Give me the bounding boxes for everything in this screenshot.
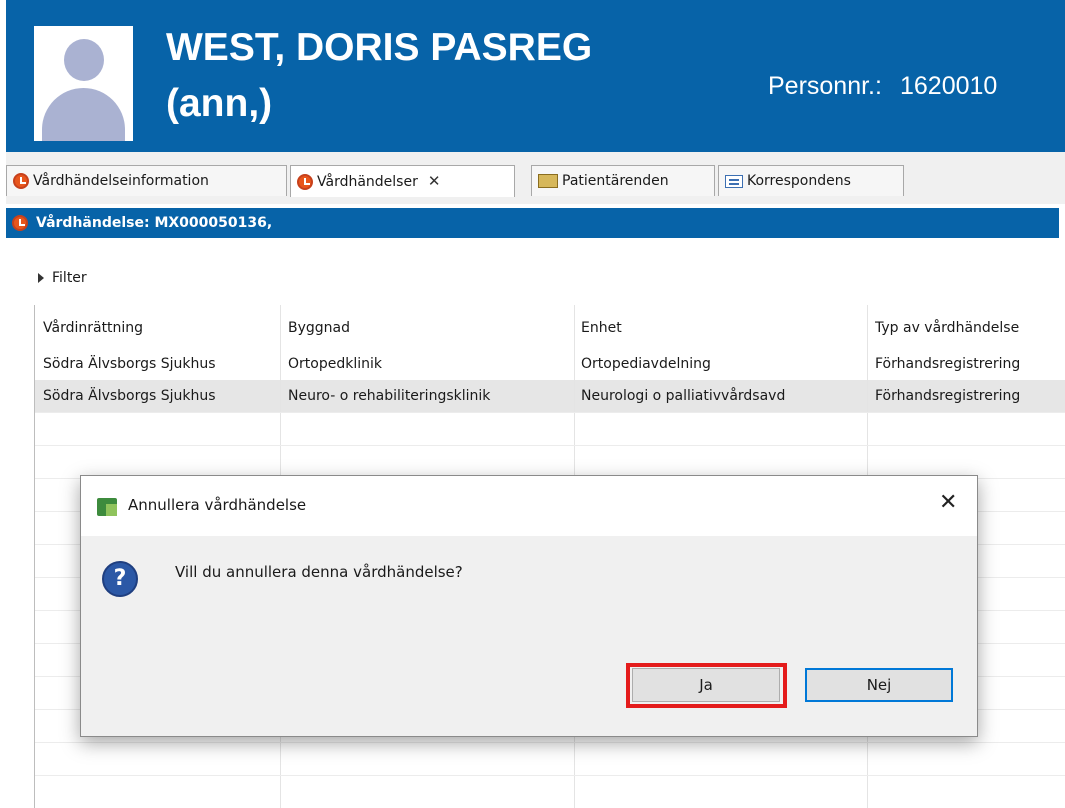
tab-vardhandelseinformation[interactable]: Vårdhändelseinformation (6, 165, 287, 196)
avatar-body (42, 88, 125, 141)
close-tab-icon[interactable]: ✕ (428, 172, 441, 190)
table-cell: Ortopedklinik (288, 356, 382, 372)
avatar-head (64, 39, 104, 81)
dialog-title-bar: Annullera vårdhändelse ✕ (81, 476, 977, 536)
avatar (34, 26, 133, 141)
tab-label: Vårdhändelser (317, 174, 418, 190)
clock-icon (13, 173, 29, 189)
table-cell: Förhandsregistrering (875, 356, 1021, 372)
close-icon[interactable]: ✕ (939, 490, 957, 515)
expand-arrow-icon (38, 273, 44, 283)
cancel-care-event-dialog: Annullera vårdhändelse ✕ ? Vill du annul… (80, 475, 978, 737)
column-header-enhet[interactable]: Enhet (581, 318, 861, 338)
question-icon: ? (102, 561, 138, 597)
dialog-body: ? Vill du annullera denna vårdhändelse? … (81, 536, 977, 736)
panel-title-bar: Vårdhändelse: MX000050136, (6, 208, 1059, 238)
row-divider (35, 445, 1065, 446)
patient-name: WEST, DORIS PASREG (ann,) (166, 20, 592, 132)
dialog-title: Annullera vårdhändelse (128, 496, 307, 514)
row-divider (35, 742, 1065, 743)
table-cell: Förhandsregistrering (875, 388, 1021, 404)
tab-bar: Vårdhändelseinformation Vårdhändelser ✕ P… (6, 152, 1065, 204)
mail-icon (725, 174, 743, 188)
book-icon (538, 174, 558, 188)
column-header-typ[interactable]: Typ av vårdhändelse (875, 318, 1065, 338)
tab-korrespondens[interactable]: Korrespondens (718, 165, 904, 196)
table-cell: Södra Älvsborgs Sjukhus (43, 356, 216, 372)
patient-name-line1: WEST, DORIS PASREG (166, 26, 593, 69)
personnr-label: Personnr.: (768, 72, 882, 100)
column-header-byggnad[interactable]: Byggnad (288, 318, 568, 338)
table-cell: Neurologi o palliativvårdsavd (581, 388, 786, 404)
table-cell: Ortopediavdelning (581, 356, 711, 372)
column-header-vardinrattning[interactable]: Vårdinrättning (43, 318, 275, 338)
personnr-value: 1620010 (900, 72, 998, 100)
tab-vardhandelser[interactable]: Vårdhändelser ✕ (290, 165, 515, 197)
patient-name-line2: (ann,) (166, 82, 273, 125)
table-cell: Södra Älvsborgs Sjukhus (43, 388, 216, 404)
clock-icon (297, 174, 313, 190)
yes-button[interactable]: Ja (632, 668, 780, 702)
app-icon (97, 498, 117, 516)
dialog-message: Vill du annullera denna vårdhändelse? (175, 563, 463, 581)
no-button[interactable]: Nej (805, 668, 953, 702)
filter-label: Filter (52, 270, 87, 286)
tab-label: Patientärenden (562, 173, 669, 189)
tab-patientarenden[interactable]: Patientärenden (531, 165, 715, 196)
filter-toggle[interactable]: Filter (38, 270, 87, 286)
patient-header: WEST, DORIS PASREG (ann,) Personnr.: 162… (6, 0, 1065, 152)
tab-label: Vårdhändelseinformation (33, 173, 209, 189)
table-cell: Neuro- o rehabiliteringsklinik (288, 388, 491, 404)
panel-title: Vårdhändelse: MX000050136, (36, 215, 273, 231)
row-divider (35, 775, 1065, 776)
clock-icon (12, 215, 28, 231)
row-divider (35, 412, 1065, 413)
tab-label: Korrespondens (747, 173, 851, 189)
